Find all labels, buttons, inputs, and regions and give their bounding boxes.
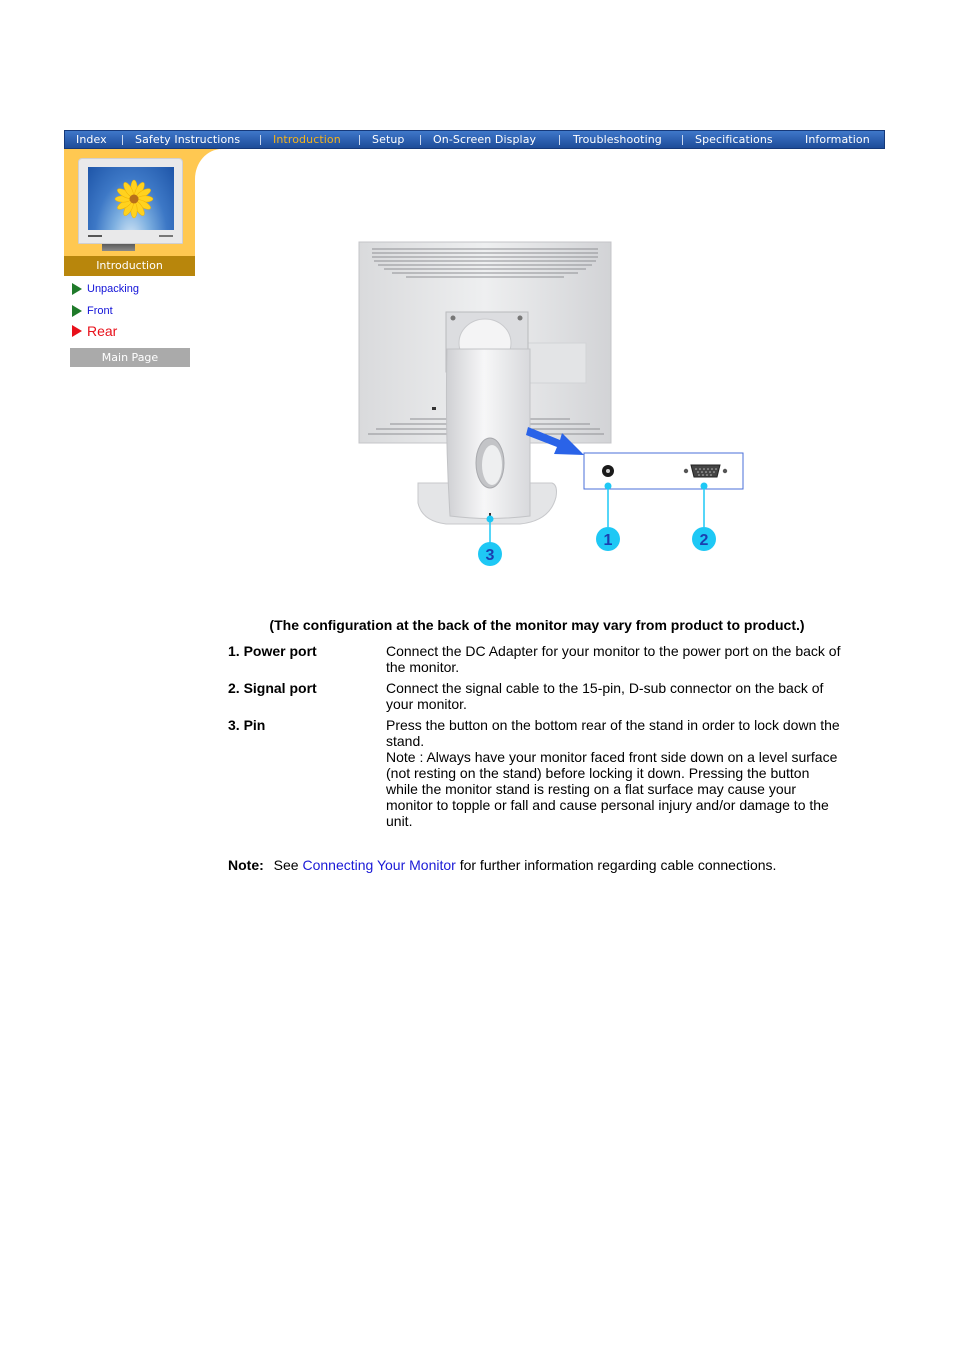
section-title: Introduction (64, 256, 195, 276)
nav-troubleshooting[interactable]: Troubleshooting (573, 131, 662, 148)
port-description-text: Connect the DC Adapter for your monitor … (386, 643, 841, 675)
port-description: Connect the DC Adapter for your monitor … (386, 643, 844, 675)
mount-screw (450, 315, 456, 321)
connecting-your-monitor-link[interactable]: Connecting Your Monitor (302, 857, 455, 873)
nav-separator (420, 135, 421, 145)
nav-separator (359, 135, 360, 145)
note-prefix: See (273, 857, 299, 873)
sunflower-icon (114, 179, 154, 219)
nav-safety-instructions[interactable]: Safety Instructions (135, 131, 240, 148)
port-term: 2. Signal port (228, 680, 317, 696)
nav-introduction[interactable]: Introduction (273, 131, 341, 148)
main-page-button[interactable]: Main Page (70, 348, 190, 367)
cable-note: Note: See Connecting Your Monitor for fu… (228, 857, 776, 873)
triangle-arrow-icon (72, 282, 82, 295)
top-navigation-bar: Index Safety Instructions Introduction S… (64, 130, 885, 149)
nav-specifications[interactable]: Specifications (695, 131, 773, 148)
triangle-arrow-icon (72, 324, 82, 337)
banner-curve (195, 149, 249, 209)
port-description: Connect the signal cable to the 15-pin, … (386, 680, 844, 712)
monitor-thumbnail-stand (102, 244, 135, 251)
configuration-caption: (The configuration at the back of the mo… (269, 617, 805, 633)
cable-hole-inner (482, 445, 502, 485)
callout-2: 2 (692, 527, 716, 551)
nav-separator (260, 135, 261, 145)
monitor-brand-mark (88, 235, 102, 237)
mount-screw (517, 315, 523, 321)
nav-on-screen-display[interactable]: On-Screen Display (433, 131, 536, 148)
nav-separator (682, 135, 683, 145)
port-item-power: 1. Power port Connect the DC Adapter for… (228, 643, 848, 675)
subnav-unpacking[interactable]: Unpacking (72, 280, 139, 298)
triangle-arrow-icon (72, 304, 82, 317)
callout-3: 3 (478, 542, 502, 566)
stand-neck (445, 348, 531, 519)
power-port-icon (602, 465, 614, 477)
callout-1: 1 (596, 527, 620, 551)
pin-warning-note: Note : Always have your monitor faced fr… (386, 749, 838, 829)
nav-index[interactable]: Index (76, 131, 107, 148)
monitor-model-mark (159, 235, 173, 237)
section-banner: Introduction (64, 149, 249, 276)
nav-setup[interactable]: Setup (372, 131, 405, 148)
callout-2-label: 2 (700, 532, 709, 549)
nav-information[interactable]: Information (805, 131, 870, 148)
monitor-thumbnail-screen (88, 167, 174, 230)
subnav-label[interactable]: Front (87, 305, 113, 317)
port-item-pin: 3. Pin Press the button on the bottom re… (228, 717, 848, 829)
port-description: Press the button on the bottom rear of t… (386, 717, 844, 829)
port-description-list: 1. Power port Connect the DC Adapter for… (228, 643, 848, 834)
port-term: 1. Power port (228, 643, 317, 659)
subnav-rear[interactable]: Rear (72, 322, 117, 340)
monitor-rear-illustration: 1 2 3 (358, 241, 744, 566)
port-description-text: Connect the signal cable to the 15-pin, … (386, 680, 824, 712)
port-item-signal: 2. Signal port Connect the signal cable … (228, 680, 848, 712)
nav-separator (559, 135, 560, 145)
subnav-front[interactable]: Front (72, 302, 113, 320)
port-term: 3. Pin (228, 717, 266, 733)
callout-3-label: 3 (486, 547, 495, 564)
callout-1-label: 1 (604, 532, 613, 549)
note-suffix: for further information regarding cable … (459, 857, 777, 873)
subnav-label[interactable]: Unpacking (87, 283, 139, 295)
note-label: Note: (228, 857, 264, 873)
nav-separator (122, 135, 123, 145)
subnav-label[interactable]: Rear (87, 323, 117, 339)
port-description-text: Press the button on the bottom rear of t… (386, 717, 840, 749)
monitor-thumbnail (78, 158, 183, 244)
